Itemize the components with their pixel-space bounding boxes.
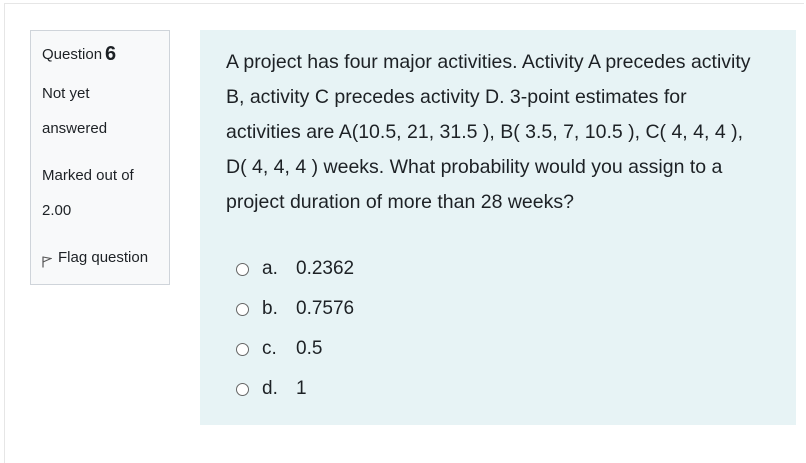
flag-question-label: Flag question xyxy=(58,249,149,266)
grade-label: Marked out of xyxy=(42,167,134,184)
question-label: Question xyxy=(42,46,103,63)
answer-letter: c. xyxy=(262,338,277,359)
question-number-value: 6 xyxy=(105,43,117,65)
question-info-panel: Question 6 Not yet answered Marked out of… xyxy=(30,30,170,285)
answer-letter: b. xyxy=(262,298,278,319)
question-text-line: B, activity C precedes activity D. 3-poi… xyxy=(226,86,687,108)
radio-button[interactable] xyxy=(236,302,249,316)
question-content-panel: A project has four major activities. Act… xyxy=(200,30,796,425)
radio-button[interactable] xyxy=(236,382,249,396)
answer-letter: a. xyxy=(262,258,278,279)
question-text: A project has four major activities. Act… xyxy=(226,45,786,220)
answer-value: 0.5 xyxy=(296,338,323,359)
flag-icon xyxy=(42,256,52,267)
question-text-line: D( 4, 4, 4 ) weeks. What probability wou… xyxy=(226,156,723,178)
answer-value: 0.2362 xyxy=(296,258,355,279)
grade-value: 2.00 xyxy=(42,202,72,219)
question-number: Question 6 xyxy=(42,42,116,65)
radio-button[interactable] xyxy=(236,262,249,276)
question-state-line2: answered xyxy=(42,120,108,137)
answer-option-d[interactable]: d. 1 xyxy=(236,369,354,409)
answer-option-c[interactable]: c. 0.5 xyxy=(236,329,354,369)
flag-question-button[interactable]: Flag question xyxy=(42,249,149,267)
answer-option-b[interactable]: b. 0.7576 xyxy=(236,289,354,329)
answer-option-a[interactable]: a. 0.2362 xyxy=(236,249,354,289)
answer-value: 0.7576 xyxy=(296,298,355,319)
question-text-line: project duration of more than 28 weeks? xyxy=(226,191,574,213)
answer-letter: d. xyxy=(262,378,278,399)
radio-button[interactable] xyxy=(236,342,249,356)
question-state-line1: Not yet xyxy=(42,85,90,102)
question-text-line: A project has four major activities. Act… xyxy=(226,51,751,73)
answer-options: a. 0.2362 b. 0.7576 c. 0.5 d. 1 xyxy=(236,249,354,409)
answer-value: 1 xyxy=(296,378,307,399)
question-text-line: activities are A(10.5, 21, 31.5 ), B( 3.… xyxy=(226,121,743,143)
